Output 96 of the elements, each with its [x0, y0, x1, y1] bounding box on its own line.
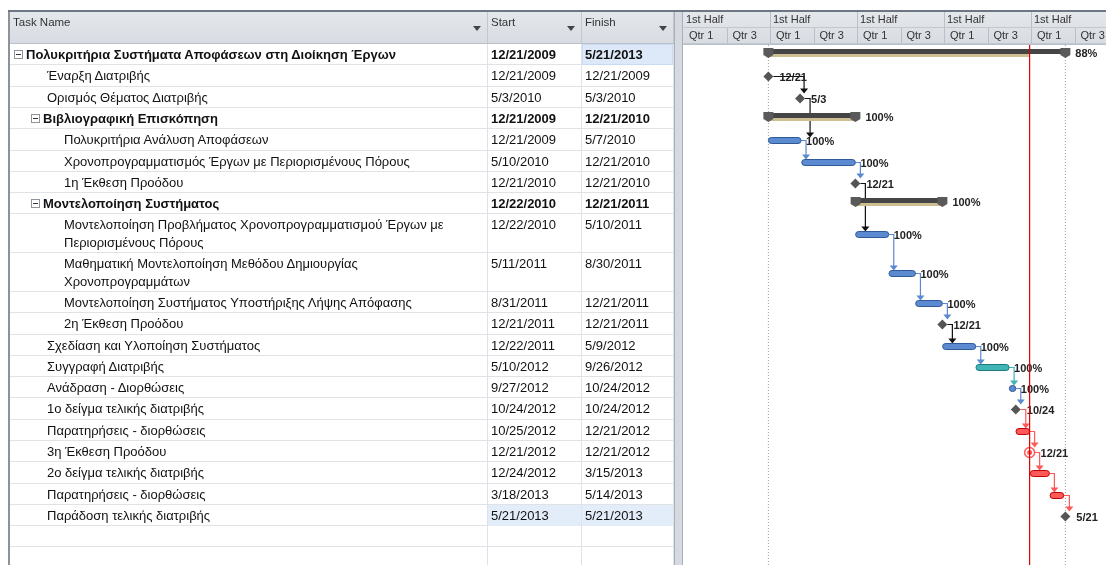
- percent-label: 100%: [980, 340, 1009, 353]
- timescale-label: Qtr 3: [1075, 28, 1106, 43]
- task-name: Συγγραφή Διατριβής: [47, 357, 165, 376]
- start-date: 5/11/2011: [488, 253, 582, 293]
- start-date: 12/22/2010: [488, 214, 582, 254]
- task-name: Χρονοπρογραμματισμός Έργων με Περιορισμένους Πόρους: [64, 152, 410, 171]
- task-name: Μαθηματική Μοντελοποίηση Μεθόδου Δημιουργίας Χρονοπρογραμμάτων: [64, 255, 359, 292]
- task-name: 3η Έκθεση Προόδου: [47, 443, 167, 462]
- summary-bar[interactable]: [850, 197, 948, 207]
- start-date: 12/24/2012: [488, 462, 582, 484]
- start-date: 12/21/2009: [488, 107, 582, 129]
- percent-label: 100%: [947, 297, 976, 310]
- timescale-label: Qtr 1: [945, 28, 989, 43]
- task-name: 1η Έκθεση Προόδου: [64, 173, 184, 192]
- task-name: Παρατηρήσεις - διορθώσεις: [47, 485, 206, 504]
- task-name: Ανάδραση - Διορθώσεις: [47, 379, 185, 398]
- start-date: 8/31/2011: [488, 291, 582, 313]
- start-date: 12/22/2011: [488, 334, 582, 356]
- task-name: Ορισμός Θέματος Διατριβής: [47, 88, 208, 107]
- percent-label: 100%: [920, 267, 949, 280]
- date-label: 5/21: [1076, 510, 1098, 523]
- timescale-label: Qtr 3: [814, 28, 858, 43]
- start-date: 9/27/2012: [488, 377, 582, 399]
- milestone-diamond[interactable]: [1060, 511, 1071, 522]
- timescale-label: 1st Half: [1032, 12, 1106, 27]
- timescale-label: Qtr 3: [901, 28, 945, 43]
- milestone-diamond[interactable]: [763, 71, 774, 82]
- percent-label: 100%: [860, 156, 889, 169]
- timescale-label: Qtr 1: [771, 28, 815, 43]
- dropdown-caret-icon[interactable]: [473, 26, 481, 31]
- task-bar[interactable]: [1008, 385, 1017, 392]
- timescale-label: 1st Half: [858, 12, 945, 27]
- date-label: 5/3: [811, 92, 827, 105]
- start-date: 12/21/2011: [488, 313, 582, 335]
- start-date: 5/10/2012: [488, 355, 582, 377]
- collapse-icon[interactable]: [31, 199, 40, 209]
- collapse-icon[interactable]: [14, 49, 23, 59]
- timescale-label: Qtr 1: [858, 28, 902, 43]
- timescale-label: Qtr 1: [684, 28, 728, 43]
- milestone-diamond[interactable]: [1010, 404, 1021, 415]
- percent-label: 100%: [806, 134, 835, 147]
- finish-date: 5/21/2013: [582, 505, 674, 526]
- collapse-icon[interactable]: [31, 113, 40, 123]
- task-name: Παράδοση τελικής διατριβής: [47, 507, 211, 525]
- column-header[interactable]: Start: [488, 12, 582, 43]
- milestone-diamond[interactable]: [850, 178, 861, 189]
- column-header[interactable]: Task Name: [10, 12, 488, 43]
- task-name: Σχεδίαση και Υλοποίηση Συστήματος: [47, 336, 261, 355]
- start-date: 5/3/2010: [488, 86, 582, 108]
- task-name: 2η Έκθεση Προόδου: [64, 315, 184, 334]
- date-label: 12/21: [953, 318, 981, 331]
- task-name: Μοντελοποίηση Προβλήματος Χρονοπρογραμματισμού Έργων με Περιορισμένους Πόρους: [64, 216, 445, 253]
- start-date: 5/21/2013: [488, 505, 582, 526]
- start-date: 5/10/2010: [488, 150, 582, 172]
- task-name: Πολυκριτήρια Ανάλυση Αποφάσεων: [64, 131, 269, 150]
- timescale-label: 1st Half: [771, 12, 858, 27]
- dropdown-caret-icon[interactable]: [659, 26, 667, 31]
- milestone-marker[interactable]: [1023, 446, 1036, 459]
- task-name: Έναρξη Διατριβής: [47, 67, 151, 86]
- task-name: Παρατηρήσεις - διορθώσεις: [47, 421, 206, 440]
- percent-label: 100%: [893, 228, 922, 241]
- task-name: Μοντελοποίηση Συστήματος: [43, 195, 220, 214]
- task-bar[interactable]: [855, 231, 890, 238]
- start-date: 3/18/2013: [488, 483, 582, 505]
- task-name: Πολυκριτήρια Συστήματα Αποφάσεων στη Διοίκηση Έργων: [26, 45, 396, 64]
- timescale-label: 1st Half: [684, 12, 771, 27]
- timescale-label: 1st Half: [945, 12, 1032, 27]
- dependency-arrow: [1048, 472, 1059, 493]
- start-date: 12/22/2010: [488, 193, 582, 215]
- timescale-label: Qtr 3: [988, 28, 1032, 43]
- summary-bar[interactable]: [763, 48, 1071, 58]
- timescale-label: Qtr 1: [1032, 28, 1076, 43]
- start-date: 12/21/2009: [488, 65, 582, 87]
- task-bar[interactable]: [942, 343, 977, 350]
- start-date: 12/21/2012: [488, 441, 582, 463]
- task-bar[interactable]: [767, 137, 802, 144]
- task-name: Βιβλιογραφική Επισκόπηση: [43, 109, 218, 128]
- start-date: 12/21/2010: [488, 171, 582, 193]
- dropdown-caret-icon[interactable]: [567, 26, 575, 31]
- timescale-label: Qtr 3: [727, 28, 771, 43]
- start-date: 10/24/2012: [488, 398, 582, 420]
- percent-label: 100%: [952, 196, 981, 208]
- start-date: 10/25/2012: [488, 419, 582, 441]
- start-date: 12/21/2009: [488, 129, 582, 151]
- task-bar[interactable]: [975, 364, 1010, 371]
- task-name: 1ο δείγμα τελικής διατριβής: [47, 400, 205, 419]
- date-label: 12/21: [1040, 446, 1069, 459]
- percent-label: 100%: [865, 111, 894, 123]
- milestone-diamond[interactable]: [795, 93, 806, 104]
- date-label: 12/21: [866, 177, 894, 190]
- summary-bar[interactable]: [763, 112, 861, 122]
- task-name: 2ο δείγμα τελικής διατριβής: [47, 464, 205, 483]
- task-name: Μοντελοποίηση Συστήματος Υποστήριξης Λήψης Απόφασης: [64, 293, 412, 312]
- milestone-diamond[interactable]: [937, 319, 948, 330]
- percent-label: 88%: [1075, 47, 1098, 59]
- finish-date: 5/21/2013: [582, 43, 674, 65]
